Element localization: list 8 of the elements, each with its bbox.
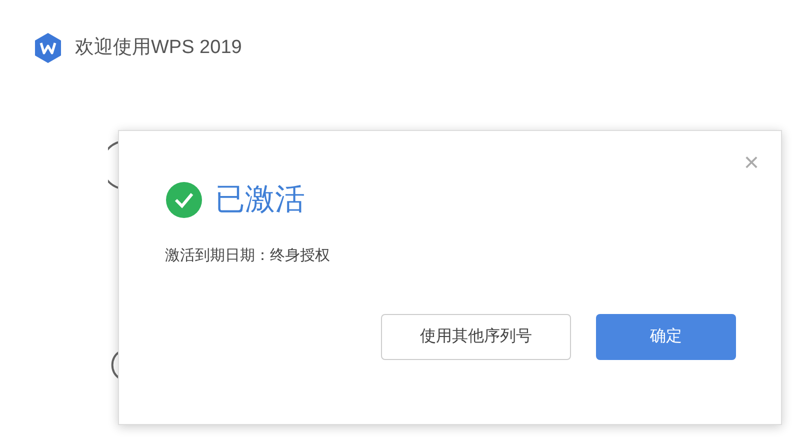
ring-icon [108,140,120,190]
window-title: 欢迎使用WPS 2019 [75,36,242,60]
expiry-message: 激活到期日期：终身授权 [165,247,330,264]
wps-logo-icon [33,32,63,64]
serial-number-button[interactable]: 使用其他序列号 [381,314,571,360]
confirm-button[interactable]: 确定 [596,314,736,360]
close-button[interactable]: × [744,149,759,175]
status-title: 已激活 [215,182,305,218]
